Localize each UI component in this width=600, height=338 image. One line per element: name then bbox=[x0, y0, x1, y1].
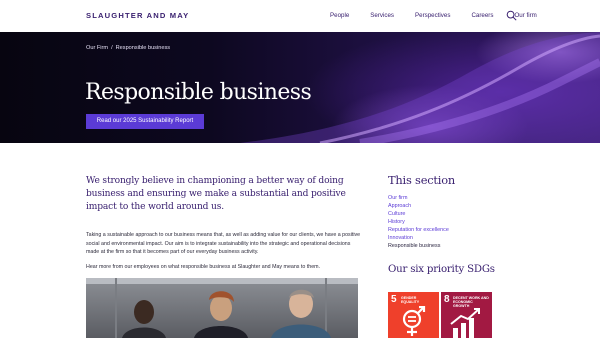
section-link-responsible-business: Responsible business bbox=[388, 243, 441, 249]
nav-item-perspectives[interactable]: Perspectives bbox=[415, 12, 450, 19]
gender-equality-icon bbox=[402, 306, 426, 336]
page-title: Responsible business bbox=[85, 80, 312, 105]
site-logo[interactable]: SLAUGHTER AND MAY bbox=[86, 11, 189, 20]
section-link-innovation[interactable]: Innovation bbox=[388, 234, 449, 242]
section-link-reputation[interactable]: Reputation for excellence bbox=[388, 226, 449, 234]
section-nav: Our firm Approach Culture History Reputa… bbox=[388, 194, 449, 250]
sdg-heading: Our six priority SDGs bbox=[388, 264, 495, 275]
this-section-heading: This section bbox=[388, 173, 456, 187]
search-icon[interactable] bbox=[506, 10, 517, 21]
sdg-number: 5 bbox=[391, 294, 397, 305]
nav-item-people[interactable]: People bbox=[330, 12, 349, 19]
section-link-our-firm[interactable]: Our firm bbox=[388, 194, 449, 202]
sdg-tile-gender-equality[interactable]: 5 GENDER EQUALITY bbox=[388, 292, 439, 338]
hero-banner: Our Firm / Responsible business Responsi… bbox=[0, 32, 600, 143]
sdg-label: GENDER EQUALITY bbox=[401, 296, 420, 305]
body-paragraph-employees: Hear more from our employees on what res… bbox=[86, 264, 321, 270]
economic-growth-icon bbox=[450, 308, 480, 338]
lead-paragraph: We strongly believe in championing a bet… bbox=[86, 176, 346, 213]
site-header: SLAUGHTER AND MAY People Services Perspe… bbox=[0, 0, 600, 32]
breadcrumb: Our Firm / Responsible business bbox=[86, 45, 170, 51]
section-link-approach[interactable]: Approach bbox=[388, 202, 449, 210]
breadcrumb-current: Responsible business bbox=[115, 45, 171, 51]
nav-item-services[interactable]: Services bbox=[370, 12, 394, 19]
section-link-history[interactable]: History bbox=[388, 218, 449, 226]
sustainability-report-button[interactable]: Read our 2025 Sustainability Report bbox=[86, 114, 204, 129]
section-link-culture[interactable]: Culture bbox=[388, 210, 449, 218]
nav-item-our-firm[interactable]: Our firm bbox=[514, 12, 536, 19]
sdg-number: 8 bbox=[444, 294, 450, 305]
nav-item-careers[interactable]: Careers bbox=[471, 12, 493, 19]
employees-photo-illustration bbox=[86, 278, 358, 338]
sdg-tile-decent-work[interactable]: 8 DECENT WORK AND ECONOMIC GROWTH bbox=[441, 292, 492, 338]
body-paragraph-approach: Taking a sustainable approach to our bus… bbox=[86, 232, 361, 256]
breadcrumb-our-firm[interactable]: Our Firm bbox=[86, 45, 108, 51]
breadcrumb-separator: / bbox=[111, 45, 113, 51]
employees-photo bbox=[86, 278, 358, 338]
